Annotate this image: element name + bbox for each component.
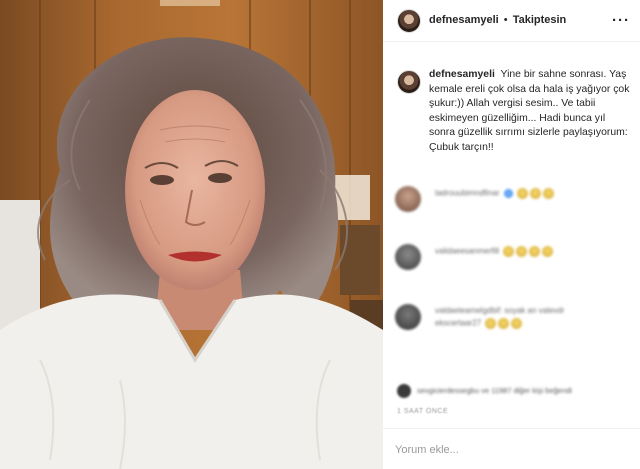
- author-avatar[interactable]: [397, 9, 421, 33]
- more-horizontal-icon[interactable]: ···: [612, 12, 630, 29]
- post-side-panel: defnesamyeli • Takiptesin ··· defnesamye…: [383, 0, 640, 469]
- emoji-icon: [529, 246, 541, 257]
- emoji-icon: [503, 246, 515, 257]
- post-timestamp: 1 SAAT ÖNCE: [397, 408, 449, 415]
- post-header: defnesamyeli • Takiptesin ···: [383, 0, 640, 42]
- likes-text: sevgicierdessegbu ve 11987 diğer kişi be…: [417, 386, 572, 395]
- emoji-icon: [485, 318, 497, 329]
- post-photo[interactable]: [0, 0, 383, 469]
- comment-text: valdaeteamelgdbif: soyak an valevdr: [435, 306, 565, 315]
- likes-summary[interactable]: sevgicierdessegbu ve 11987 diğer kişi be…: [383, 378, 640, 404]
- caption-username[interactable]: defnesamyeli: [429, 69, 495, 80]
- comment-avatar[interactable]: [395, 304, 421, 330]
- caption-author-avatar[interactable]: [397, 70, 421, 94]
- comment-input[interactable]: [395, 440, 595, 460]
- emoji-icon: [516, 246, 528, 257]
- emoji-icon: [498, 318, 510, 329]
- emoji-icon: [529, 188, 541, 199]
- header-text: defnesamyeli • Takiptesin: [429, 14, 566, 26]
- comment-item: validaeesanmerfill: [393, 242, 633, 272]
- comment-text: validaeesanmerfill: [435, 246, 554, 257]
- add-comment-bar: [383, 428, 640, 469]
- author-username[interactable]: defnesamyeli: [429, 14, 499, 26]
- comment-item: tadrouubimndfinar: [393, 184, 633, 214]
- verified-icon: [503, 189, 513, 198]
- comment-text-line2: ekscertaar27: [435, 318, 523, 329]
- portrait-photo: [0, 0, 383, 469]
- comment-item: valdaeteamelgdbif: soyak an valevdr eksc…: [393, 302, 633, 332]
- comment-avatar[interactable]: [395, 186, 421, 212]
- emoji-icon: [516, 188, 528, 199]
- follow-status-button[interactable]: Takiptesin: [513, 14, 567, 26]
- liker-avatar: [397, 384, 411, 398]
- comment-avatar[interactable]: [395, 244, 421, 270]
- emoji-icon: [542, 188, 554, 199]
- emoji-icon: [511, 318, 523, 329]
- comment-text: tadrouubimndfinar: [435, 188, 554, 199]
- caption-text: Yine bir sahne sonrası. Yaş kemale ereli…: [429, 69, 630, 153]
- emoji-icon: [542, 246, 554, 257]
- post-caption: defnesamyeli Yine bir sahne sonrası. Yaş…: [429, 68, 633, 156]
- header-separator: •: [503, 14, 508, 26]
